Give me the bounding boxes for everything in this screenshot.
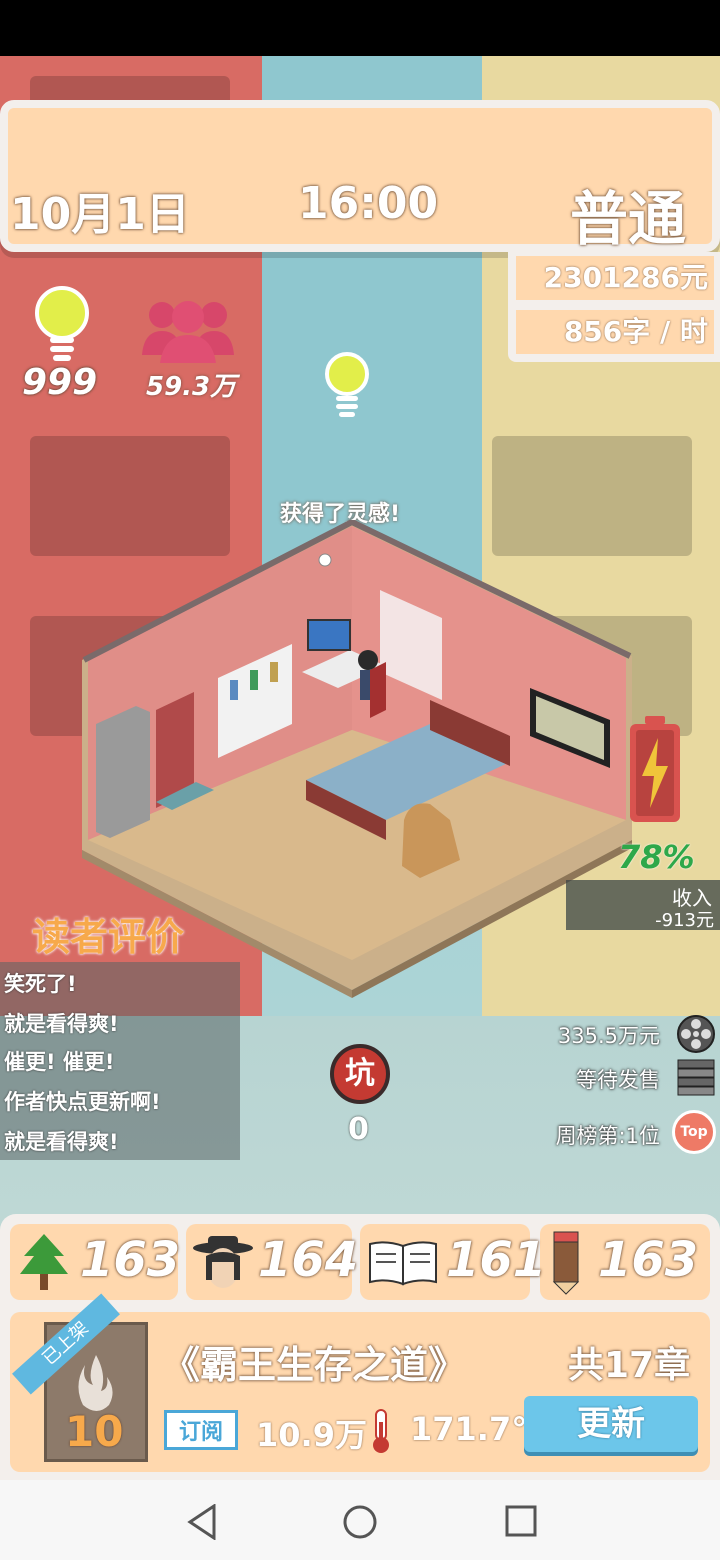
review-item: 就是看得爽! [4,1012,119,1036]
film-reel-icon[interactable] [676,1014,716,1058]
idea-count: 999 [22,362,98,403]
money-value: 2301286元 [516,256,714,300]
subscriber-count: 10.9万 [256,1416,367,1454]
income-value: -913元 [655,910,714,931]
attribute-value: 164 [258,1232,359,1288]
energy-percent: 78% [618,838,695,876]
energy-battery-icon[interactable] [628,714,682,828]
top-rank-badge[interactable]: Top [672,1110,716,1154]
character-icon [192,1234,254,1296]
cover-number: 10 [65,1407,124,1456]
update-button[interactable]: 更新 [524,1396,698,1452]
recents-icon[interactable] [504,1504,538,1542]
home-icon[interactable] [342,1504,378,1544]
subscribe-badge: 订阅 [164,1410,238,1450]
attribute-value: 163 [80,1232,181,1288]
idea-bulb-icon[interactable] [34,285,90,369]
fans-icon[interactable] [140,295,236,369]
review-item: 就是看得爽! [4,1130,119,1154]
date-label: 10月1日 [10,189,190,240]
review-item: 催更! 催更! [4,1050,115,1074]
back-icon[interactable] [186,1503,218,1544]
pit-label: 坑 [345,1056,375,1091]
film-revenue: 335.5万元 [557,1024,660,1048]
attribute-value: 163 [598,1232,699,1288]
pencil-icon [548,1230,584,1300]
top-badge-label: Top [680,1124,708,1140]
finance-box: 2301286元 856字 / 时 [508,252,720,362]
book-title: 《霸王生存之道》 [162,1343,467,1387]
status-bar [0,0,720,56]
navigation-bar [0,1480,720,1560]
time-label: 16:00 [298,178,439,229]
thermometer-icon [368,1408,394,1458]
difficulty-label[interactable]: 普通 [570,172,686,256]
attribute-value: 161 [446,1232,547,1288]
review-item: 作者快点更新啊! [4,1090,161,1114]
book-stack-icon[interactable] [676,1058,716,1100]
fans-count: 59.3万 [146,372,237,402]
income-box: 收入 -913元 [566,880,720,931]
review-item: 笑死了! [4,972,77,996]
open-book-icon [368,1240,438,1290]
book-sale-status: 等待发售 [576,1068,660,1092]
book-heat: 171.7° [410,1410,528,1448]
reviews-title: 读者评价 [32,915,185,959]
inspiration-bulb-icon[interactable] [324,352,370,424]
writing-speed: 856字 / 时 [516,310,714,354]
weekly-rank: 周榜第:1位 [555,1124,660,1148]
pit-badge[interactable]: 坑 [330,1044,390,1104]
pit-count: 0 [348,1112,369,1147]
tree-icon [18,1232,70,1296]
reviews-list: 笑死了! 就是看得爽! 催更! 催更! 作者快点更新啊! 就是看得爽! [0,962,240,1160]
chapter-count: 共17章 [568,1345,691,1386]
